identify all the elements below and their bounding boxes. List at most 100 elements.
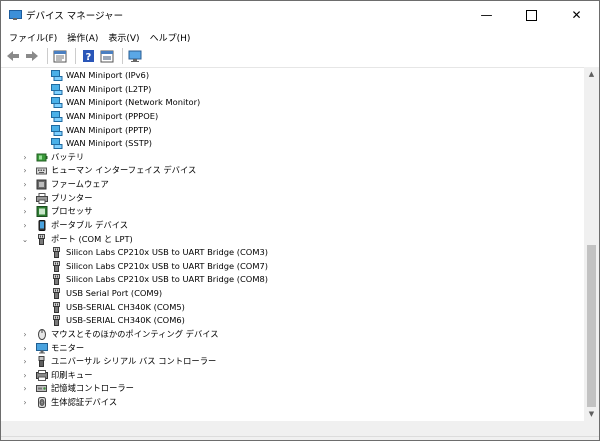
tree-row-label: WAN Miniport (PPPOE) bbox=[66, 110, 159, 121]
port-icon bbox=[51, 274, 63, 286]
tree-row-label: モニター bbox=[51, 342, 85, 353]
tree-row-label: WAN Miniport (PPTP) bbox=[66, 124, 152, 135]
port-icon bbox=[51, 315, 63, 327]
tree-row-label: 記憶域コントローラー bbox=[51, 383, 134, 394]
tree-row-label: 印刷キュー bbox=[51, 369, 93, 380]
expand-arrow-icon[interactable]: › bbox=[20, 219, 30, 232]
expand-arrow-icon[interactable]: › bbox=[20, 382, 30, 395]
tree-row-label: USB-SERIAL CH340K (COM5) bbox=[66, 301, 185, 312]
port-icon bbox=[36, 233, 48, 245]
expand-arrow-icon[interactable]: › bbox=[20, 396, 30, 409]
back-button[interactable] bbox=[5, 48, 21, 64]
port-icon bbox=[51, 260, 63, 272]
tree-row-label: プロセッサ bbox=[51, 206, 93, 217]
menu-bar: ファイル(F) 操作(A) 表示(V) ヘルプ(H) bbox=[1, 29, 599, 45]
expand-arrow-icon[interactable]: › bbox=[20, 151, 30, 164]
processor-icon bbox=[36, 206, 48, 218]
tree-row-label: マウスとそのほかのポインティング デバイス bbox=[51, 328, 219, 339]
expand-arrow-icon[interactable]: › bbox=[20, 192, 30, 205]
device-manager-icon bbox=[9, 10, 22, 20]
network-adapter-icon bbox=[51, 83, 63, 95]
network-adapter-icon bbox=[51, 110, 63, 122]
scroll-down-icon[interactable]: ▼ bbox=[584, 407, 599, 421]
expand-arrow-icon[interactable]: › bbox=[20, 205, 30, 218]
usb-controller-icon bbox=[36, 356, 48, 368]
scan-hardware-button[interactable] bbox=[127, 48, 143, 64]
menu-help[interactable]: ヘルプ(H) bbox=[146, 31, 197, 44]
status-bar bbox=[1, 436, 599, 440]
tree-row-label: WAN Miniport (L2TP) bbox=[66, 83, 152, 94]
forward-button[interactable] bbox=[24, 48, 40, 64]
battery-icon bbox=[36, 152, 48, 163]
title-bar[interactable]: デバイス マネージャー — ✕ bbox=[1, 1, 599, 29]
network-adapter-icon bbox=[51, 124, 63, 136]
tree-row-label: 生体認証デバイス bbox=[51, 397, 118, 408]
expand-arrow-icon[interactable]: › bbox=[20, 369, 30, 382]
tree-row-label: WAN Miniport (Network Monitor) bbox=[66, 97, 201, 108]
expand-arrow-icon[interactable]: › bbox=[20, 342, 30, 355]
menu-action[interactable]: 操作(A) bbox=[63, 31, 104, 44]
collapse-arrow-icon[interactable]: ⌄ bbox=[20, 233, 30, 246]
storage-controller-icon bbox=[36, 383, 48, 394]
vertical-scrollbar[interactable]: ▲ ▼ bbox=[584, 67, 599, 421]
tree-row-label: USB Serial Port (COM9) bbox=[66, 288, 163, 299]
expand-arrow-icon[interactable]: › bbox=[20, 355, 30, 368]
scroll-thumb[interactable] bbox=[587, 245, 596, 407]
printer-icon bbox=[36, 192, 48, 204]
properties-icon bbox=[53, 50, 67, 62]
help-icon: ? bbox=[82, 50, 94, 63]
close-icon: ✕ bbox=[571, 8, 582, 22]
tree-row-label: ヒューマン インターフェイス デバイス bbox=[51, 165, 197, 176]
window-title: デバイス マネージャー bbox=[26, 11, 124, 22]
port-icon bbox=[51, 247, 63, 259]
maximize-icon bbox=[526, 9, 537, 21]
tree-row-label: ポータブル デバイス bbox=[51, 219, 129, 230]
print-queue-icon bbox=[36, 369, 48, 381]
tree-row-label: ファームウェア bbox=[51, 179, 109, 190]
tree-row-label: プリンター bbox=[51, 192, 93, 203]
update-driver-icon bbox=[100, 50, 114, 62]
expand-arrow-icon[interactable]: › bbox=[20, 328, 30, 341]
tree-row-label: WAN Miniport (SSTP) bbox=[66, 138, 153, 149]
update-driver-button[interactable] bbox=[99, 48, 115, 64]
hid-icon bbox=[36, 165, 48, 176]
biometric-icon bbox=[36, 397, 48, 409]
tree-row-label: Silicon Labs CP210x USB to UART Bridge (… bbox=[66, 247, 268, 258]
network-adapter-icon bbox=[51, 70, 63, 81]
forward-icon bbox=[26, 51, 38, 61]
tree-row-label: バッテリ bbox=[51, 151, 85, 162]
device-manager-window: デバイス マネージャー — ✕ ファイル(F) 操作(A) 表示(V) ヘルプ(… bbox=[0, 0, 600, 441]
help-button[interactable]: ? bbox=[80, 48, 96, 64]
expand-arrow-icon[interactable]: › bbox=[20, 164, 30, 177]
minimize-button[interactable]: — bbox=[464, 1, 509, 29]
toolbar-separator bbox=[122, 48, 123, 64]
maximize-button[interactable] bbox=[509, 1, 554, 29]
portable-device-icon bbox=[36, 219, 48, 231]
monitor-icon bbox=[128, 50, 142, 62]
firmware-icon bbox=[36, 179, 48, 190]
toolbar-separator bbox=[75, 48, 76, 64]
close-button[interactable]: ✕ bbox=[554, 1, 599, 29]
back-icon bbox=[7, 51, 19, 61]
menu-view[interactable]: 表示(V) bbox=[104, 31, 145, 44]
tree-row-label: ユニバーサル シリアル バス コントローラー bbox=[51, 356, 217, 367]
toolbar-separator bbox=[47, 48, 48, 64]
expand-arrow-icon[interactable]: › bbox=[20, 178, 30, 191]
minimize-icon: — bbox=[480, 8, 493, 22]
tree-row-label: ポート (COM と LPT) bbox=[51, 233, 133, 244]
port-icon bbox=[51, 288, 63, 300]
tree-row-label: WAN Miniport (IPv6) bbox=[66, 70, 150, 80]
network-adapter-icon bbox=[51, 97, 63, 109]
device-tree[interactable]: WAN Miniport (IPv6) WAN Miniport (L2TP) WA… bbox=[1, 67, 585, 421]
scroll-up-icon[interactable]: ▲ bbox=[584, 67, 599, 81]
tree-row-label: Silicon Labs CP210x USB to UART Bridge (… bbox=[66, 274, 268, 285]
toolbar: ? bbox=[1, 45, 599, 68]
port-icon bbox=[51, 301, 63, 313]
menu-file[interactable]: ファイル(F) bbox=[5, 31, 63, 44]
mouse-icon bbox=[36, 328, 48, 340]
network-adapter-icon bbox=[51, 138, 63, 150]
tree-row-label: USB-SERIAL CH340K (COM6) bbox=[66, 315, 185, 326]
scrollbar-corner bbox=[584, 421, 599, 436]
horizontal-scrollbar[interactable] bbox=[1, 421, 585, 436]
properties-button[interactable] bbox=[52, 48, 68, 64]
